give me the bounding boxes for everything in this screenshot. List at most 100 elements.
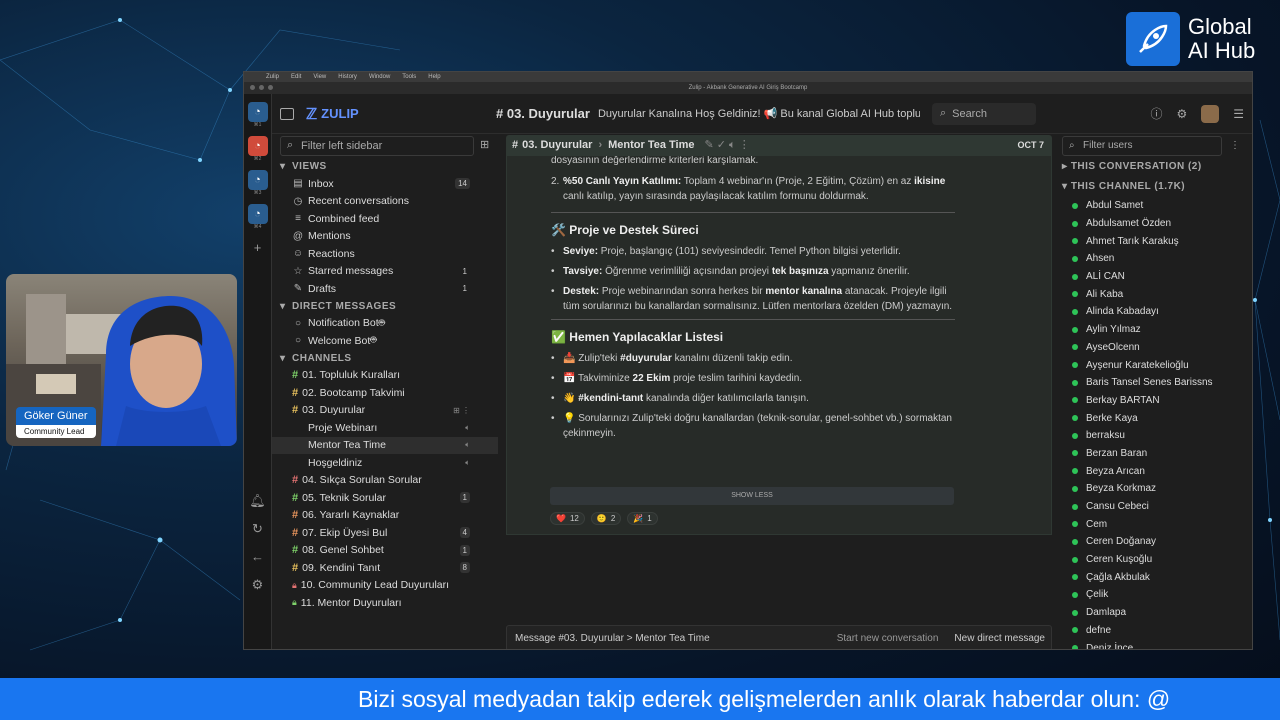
zoom-window-button[interactable] bbox=[268, 85, 273, 90]
search-bar[interactable]: ⌕ Search bbox=[931, 102, 1036, 125]
show-less-button[interactable]: SHOW LESS bbox=[550, 487, 954, 505]
help-icon[interactable]: ⓘ bbox=[1150, 105, 1162, 122]
view-reactions[interactable]: ☺ Reactions bbox=[272, 245, 498, 263]
filter-left-sidebar-input[interactable]: Filter left sidebar bbox=[280, 136, 474, 156]
user-list-item[interactable]: Beyza Arıcan bbox=[1072, 462, 1252, 480]
settings-icon[interactable]: ⚙ bbox=[248, 575, 268, 595]
recipient-bar[interactable]: # 03. Duyurular › Mentor Tea Time ✎ ✓ 🔈︎… bbox=[506, 135, 1052, 155]
user-list-item[interactable]: Berzan Baran bbox=[1072, 445, 1252, 463]
menu-tools[interactable]: Tools bbox=[402, 74, 416, 80]
sidebar-toggle-icon[interactable] bbox=[280, 107, 294, 120]
sidebar-channel-11[interactable]: 🔒︎ 11. Mentor Duyuruları bbox=[272, 594, 498, 612]
topic-proje-webinarı[interactable]: Proje Webinarı 🔈︎ bbox=[272, 419, 498, 437]
sidebar-channel-10[interactable]: 🔒︎ 10. Community Lead Duyuruları bbox=[272, 577, 498, 595]
sidebar-channel-8[interactable]: #08. Genel Sohbet 1 bbox=[272, 542, 498, 560]
refresh-icon[interactable]: ↻ bbox=[248, 519, 268, 539]
sidebar-channel-6[interactable]: #06. Yararlı Kaynaklar bbox=[272, 507, 498, 525]
minimize-window-button[interactable] bbox=[259, 85, 264, 90]
this-conversation-heading[interactable]: ▸ THIS CONVERSATION (2) bbox=[1062, 161, 1202, 172]
unmute-topic-icon[interactable]: 🔈︎ bbox=[465, 440, 470, 450]
user-list-item[interactable]: Cansu Cebeci bbox=[1072, 498, 1252, 516]
org-icon[interactable]: ◔ bbox=[247, 136, 268, 156]
user-list-item[interactable]: Deniz İnce bbox=[1072, 639, 1252, 649]
view-mentions[interactable]: @ Mentions bbox=[272, 228, 498, 246]
sidebar-channel-3[interactable]: #03. Duyurular ⊞ ⋮ bbox=[272, 402, 498, 420]
reaction-button[interactable]: ❤️ 12 bbox=[550, 512, 585, 525]
recipient-topic[interactable]: Mentor Tea Time bbox=[608, 139, 694, 151]
user-list-item[interactable]: Berke Kaya bbox=[1072, 409, 1252, 427]
topic-mentor-tea-time[interactable]: Mentor Tea Time 🔈︎ bbox=[272, 436, 498, 454]
view-inbox[interactable]: ▤ Inbox 14 bbox=[272, 175, 498, 193]
channel-actions-icon[interactable]: ⊞ ⋮ bbox=[453, 406, 470, 415]
user-list-item[interactable]: Ahsen bbox=[1072, 250, 1252, 268]
new-direct-message-button[interactable]: New direct message bbox=[954, 633, 1045, 644]
bell-icon[interactable]: 🔔︎ bbox=[248, 491, 268, 511]
user-list-item[interactable]: Ayşenur Karatekelioğlu bbox=[1072, 356, 1252, 374]
view-combined-feed[interactable]: ≡ Combined feed bbox=[272, 210, 498, 228]
view-drafts[interactable]: ✎ Drafts 1 bbox=[272, 280, 498, 298]
menu-view[interactable]: View bbox=[313, 74, 326, 80]
user-list-item[interactable]: Baris Tansel Senes Barissns bbox=[1072, 374, 1252, 392]
user-avatar[interactable] bbox=[1201, 104, 1220, 123]
user-list-item[interactable]: Alinda Kabadayı bbox=[1072, 303, 1252, 321]
sidebar-channel-9[interactable]: #09. Kendini Tanıt 8 bbox=[272, 559, 498, 577]
this-channel-heading[interactable]: ▾ THIS CHANNEL (1.7K) bbox=[1062, 181, 1185, 192]
reaction-button[interactable]: 🎉 1 bbox=[627, 512, 658, 525]
start-new-conversation-button[interactable]: Start new conversation bbox=[837, 633, 939, 644]
user-list-item[interactable]: Abdul Samet bbox=[1072, 197, 1252, 215]
unmute-topic-icon[interactable]: 🔈︎ bbox=[465, 423, 470, 433]
user-list-item[interactable]: Çağla Akbulak bbox=[1072, 568, 1252, 586]
user-list-item[interactable]: Berkay BARTAN bbox=[1072, 392, 1252, 410]
sidebar-channel-4[interactable]: #04. Sıkça Sorulan Sorular bbox=[272, 472, 498, 490]
menu-help[interactable]: Help bbox=[428, 74, 440, 80]
add-channel-icon[interactable]: ⊞ bbox=[480, 138, 489, 151]
user-list-item[interactable]: Çelik bbox=[1072, 586, 1252, 604]
dm-notification-bot[interactable]: ○ Notification Bot 🤖︎ bbox=[272, 315, 498, 333]
user-list-item[interactable]: Ahmet Tarık Karakuş bbox=[1072, 232, 1252, 250]
user-list-item[interactable]: Aylin Yılmaz bbox=[1072, 321, 1252, 339]
add-organization-icon[interactable]: + bbox=[248, 238, 268, 258]
reaction-button[interactable]: 🙂 2 bbox=[590, 512, 622, 525]
sidebar-channel-7[interactable]: #07. Ekip Üyesi Bul 4 bbox=[272, 524, 498, 542]
menu-edit[interactable]: Edit bbox=[291, 74, 301, 80]
filter-users-input[interactable]: Filter users bbox=[1062, 136, 1222, 156]
menu-window[interactable]: Window bbox=[369, 74, 390, 80]
org-icon[interactable]: ◔ bbox=[247, 204, 268, 224]
user-list-icon[interactable]: ☰ bbox=[1233, 107, 1244, 121]
user-list-item[interactable]: Ceren Kuşoğlu bbox=[1072, 551, 1252, 569]
unmute-topic-icon[interactable]: 🔈︎ bbox=[465, 458, 470, 468]
edit-topic-icon[interactable]: ✎ ✓ 🔈︎ ⋮ bbox=[705, 138, 750, 152]
sidebar-channel-5[interactable]: #05. Teknik Sorular 1 bbox=[272, 489, 498, 507]
sidebar-channel-2[interactable]: #02. Bootcamp Takvimi bbox=[272, 384, 498, 402]
sidebar-channel-1[interactable]: #01. Topluluk Kuralları bbox=[272, 367, 498, 385]
views-heading[interactable]: VIEWS bbox=[272, 158, 498, 175]
more-options-icon[interactable]: ⋮ bbox=[1230, 140, 1240, 151]
compose-box[interactable]: Message #03. Duyurular > Mentor Tea Time… bbox=[506, 625, 1052, 649]
user-list-item[interactable]: AyseOlcenn bbox=[1072, 339, 1252, 357]
topic-hoşgeldiniz[interactable]: Hoşgeldiniz 🔈︎ bbox=[272, 454, 498, 472]
close-window-button[interactable] bbox=[250, 85, 255, 90]
user-list-item[interactable]: defne bbox=[1072, 622, 1252, 640]
org-icon[interactable]: ◔ bbox=[247, 102, 268, 122]
user-list-item[interactable]: Ali Kaba bbox=[1072, 285, 1252, 303]
direct-messages-heading[interactable]: DIRECT MESSAGES bbox=[272, 298, 498, 315]
user-list-item[interactable]: ALİ CAN bbox=[1072, 268, 1252, 286]
back-icon[interactable]: ← bbox=[248, 547, 268, 567]
menu-zulip[interactable]: Zulip bbox=[266, 74, 279, 80]
dm-welcome-bot[interactable]: ○ Welcome Bot 🤖︎ bbox=[272, 332, 498, 350]
user-list-item[interactable]: Abdulsamet Özden bbox=[1072, 215, 1252, 233]
org-icon[interactable]: ◔ bbox=[247, 170, 268, 190]
gear-icon[interactable]: ⚙ bbox=[1176, 107, 1187, 121]
user-list-item[interactable]: Damlapa bbox=[1072, 604, 1252, 622]
user-list-item[interactable]: Cem bbox=[1072, 515, 1252, 533]
view-recent-conversations[interactable]: ◷ Recent conversations bbox=[272, 193, 498, 211]
zulip-logo[interactable]: ℤ ZULIP bbox=[306, 105, 496, 123]
user-list-item[interactable]: Ceren Doğanay bbox=[1072, 533, 1252, 551]
header-channel[interactable]: # 03. Duyurular bbox=[496, 106, 590, 121]
view-starred-messages[interactable]: ☆ Starred messages 1 bbox=[272, 263, 498, 281]
channels-heading[interactable]: CHANNELS bbox=[272, 350, 498, 367]
menu-history[interactable]: History bbox=[338, 74, 357, 80]
user-list-item[interactable]: Beyza Korkmaz bbox=[1072, 480, 1252, 498]
recipient-channel[interactable]: 03. Duyurular bbox=[522, 139, 592, 151]
user-list-item[interactable]: berraksu bbox=[1072, 427, 1252, 445]
